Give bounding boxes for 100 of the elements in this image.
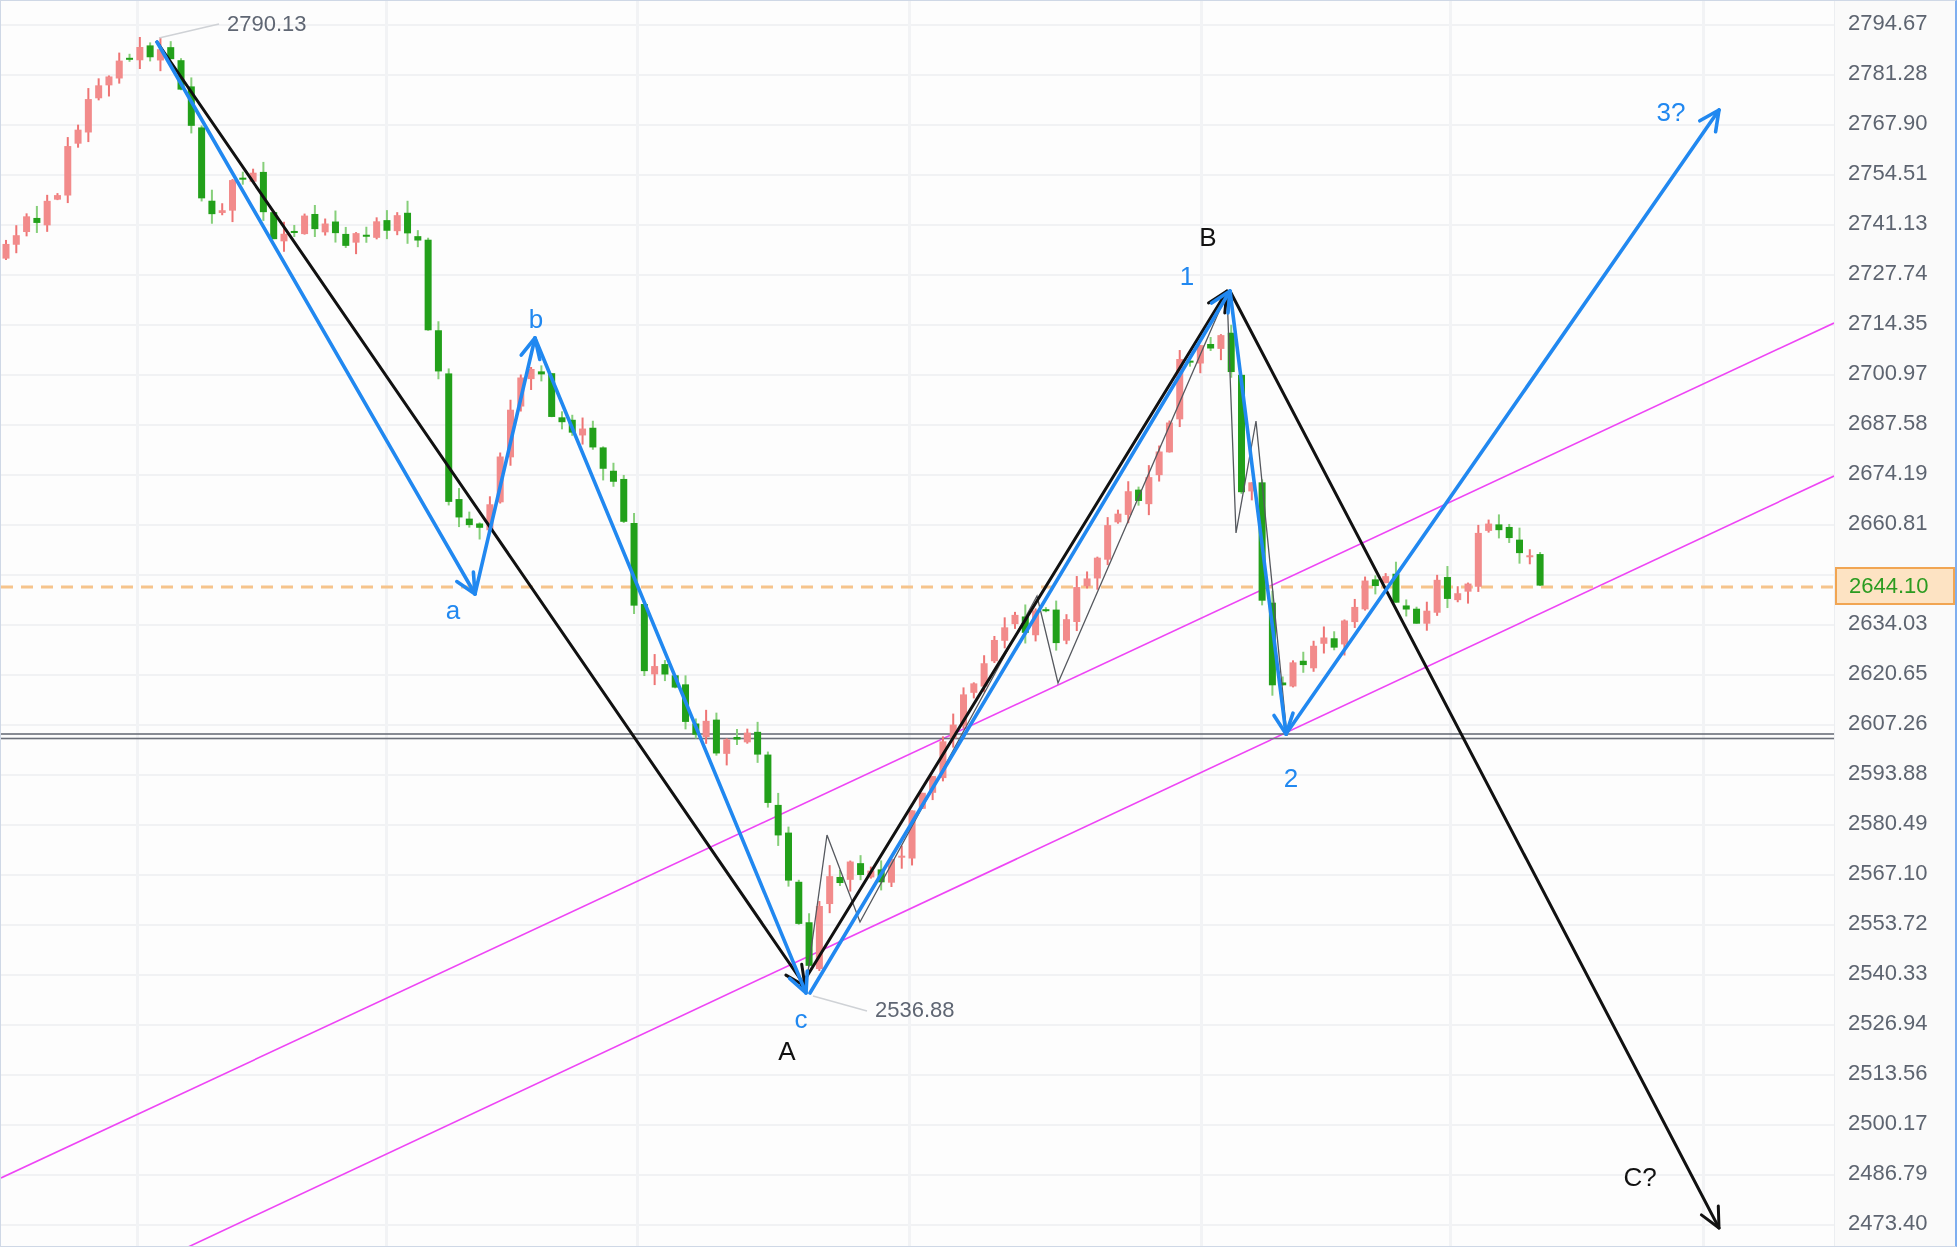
price-axis-label: 2660.81	[1848, 512, 1928, 534]
candle	[929, 776, 937, 801]
candle	[280, 221, 288, 252]
candle	[743, 728, 751, 744]
candle	[95, 78, 103, 101]
candle	[12, 225, 20, 254]
candle	[712, 712, 720, 756]
wave-label: C?	[1623, 1162, 1657, 1192]
candle	[1299, 651, 1307, 673]
candle	[1536, 552, 1544, 587]
candle	[867, 866, 875, 879]
candle	[146, 42, 154, 62]
candle	[723, 738, 731, 766]
candle	[609, 462, 617, 487]
candle	[84, 88, 92, 143]
price-axis-label: 2620.65	[1848, 662, 1928, 684]
candle	[1073, 576, 1081, 632]
candle	[815, 901, 823, 972]
candle	[764, 751, 772, 808]
candle	[1207, 337, 1215, 351]
candle	[33, 205, 41, 233]
candle	[1001, 617, 1009, 649]
wave-label: a	[445, 595, 461, 625]
candle	[1340, 619, 1348, 656]
price-label: 2790.13	[227, 10, 307, 36]
wave-label: 3?	[1656, 97, 1686, 127]
candle	[898, 845, 906, 869]
candle	[661, 660, 669, 682]
candle	[857, 855, 865, 881]
price-axis-label: 2687.58	[1848, 412, 1928, 434]
price-axis-label: 2486.79	[1848, 1162, 1928, 1184]
wave-label: 1	[1179, 261, 1195, 291]
candle	[259, 161, 267, 221]
price-axis-label: 2607.26	[1848, 712, 1928, 734]
price-axis-label: 2500.17	[1848, 1112, 1928, 1134]
price-axis-label: 2634.03	[1848, 612, 1928, 634]
candle	[187, 77, 195, 134]
candle	[496, 452, 504, 504]
candle	[1505, 523, 1513, 543]
candle	[1011, 611, 1019, 629]
candle	[651, 654, 659, 686]
candle	[2, 239, 10, 260]
price-axis-label: 2781.28	[1848, 62, 1928, 84]
candle	[1032, 608, 1040, 642]
candle	[1135, 486, 1143, 506]
candle	[1526, 549, 1534, 565]
candle	[1392, 561, 1400, 603]
candle	[23, 213, 31, 237]
candle	[74, 124, 82, 148]
candle	[1485, 519, 1493, 533]
candle	[476, 522, 484, 540]
candle	[64, 137, 72, 204]
price-axis-label: 2513.56	[1848, 1062, 1928, 1084]
price-axis-label: 2473.40	[1848, 1212, 1928, 1234]
candle	[774, 792, 782, 846]
candle	[785, 826, 792, 887]
candle	[455, 488, 463, 528]
candle	[136, 37, 144, 69]
candle	[702, 709, 710, 744]
price-axis-label: 2794.67	[1848, 12, 1928, 34]
candle	[1413, 606, 1421, 624]
current-price-badge: 2644.10	[1835, 567, 1955, 605]
candle	[1351, 598, 1359, 628]
candle	[1083, 571, 1091, 589]
candle	[908, 810, 916, 866]
candle	[620, 474, 628, 523]
candle	[589, 420, 597, 450]
price-axis-label: 2741.13	[1848, 212, 1928, 234]
candle	[321, 218, 329, 236]
candle	[1155, 445, 1163, 482]
candle	[1516, 527, 1523, 564]
candle	[826, 865, 834, 914]
candle	[362, 226, 370, 243]
candle	[1330, 631, 1338, 651]
candle	[682, 675, 690, 730]
candle	[1114, 509, 1122, 524]
candle	[486, 496, 494, 531]
candle	[671, 675, 679, 689]
candle	[527, 367, 535, 390]
candle	[383, 210, 391, 240]
candle	[249, 168, 257, 182]
candle	[1371, 575, 1379, 595]
candle	[1310, 640, 1318, 672]
candle	[507, 399, 514, 466]
wave-label: 2	[1283, 763, 1299, 793]
candle	[795, 879, 803, 925]
candle	[1248, 482, 1256, 501]
candle	[1042, 607, 1050, 613]
candle	[126, 53, 134, 62]
candle	[1361, 576, 1369, 611]
candle	[846, 860, 854, 892]
candle	[558, 411, 566, 430]
wave-label: c	[794, 1004, 808, 1034]
candle	[754, 721, 762, 763]
price-axis-label: 2580.49	[1848, 812, 1928, 834]
wave-label: b	[528, 304, 544, 334]
candle	[980, 655, 988, 693]
candle	[331, 210, 339, 243]
candle	[1464, 582, 1472, 604]
candle	[1093, 556, 1101, 590]
